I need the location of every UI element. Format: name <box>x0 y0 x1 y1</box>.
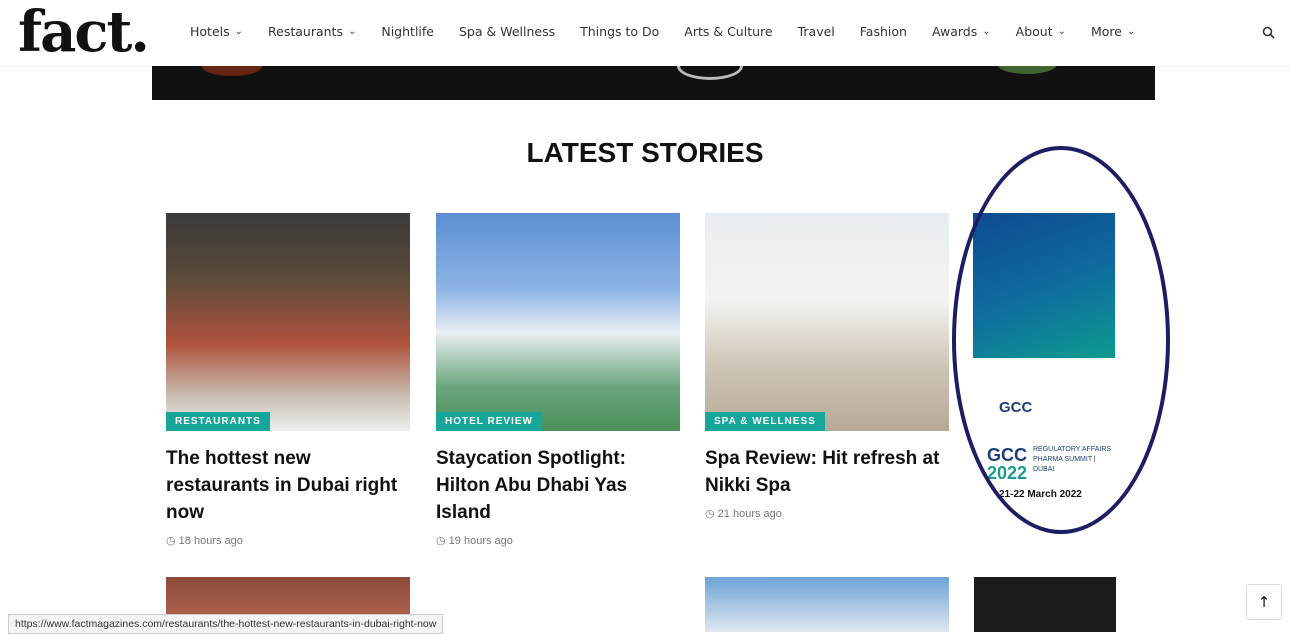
top-navigation-bar: fact. Hotels ⌄ Restaurants ⌄ Nightlife Spa… <box>0 0 1290 67</box>
timestamp-text: 18 hours ago <box>178 535 243 547</box>
nav-label: Awards <box>931 24 978 39</box>
site-logo[interactable]: fact. <box>18 2 150 62</box>
category-tag[interactable]: SPA & WELLNESS <box>705 412 825 431</box>
chevron-down-icon: ⌄ <box>347 26 357 37</box>
nav-label: Spa & Wellness <box>458 24 556 39</box>
nav-item-more[interactable]: More ⌄ <box>1091 24 1135 39</box>
timestamp-text: 19 hours ago <box>448 535 513 547</box>
nav-label: Things to Do <box>580 24 660 39</box>
nav-item-awards[interactable]: Awards ⌄ <box>932 24 991 39</box>
category-tag[interactable]: HOTEL REVIEW <box>436 412 542 431</box>
banner-decor <box>997 66 1057 74</box>
chevron-down-icon: ⌄ <box>1057 26 1066 37</box>
nav-label: Hotels <box>190 24 230 39</box>
nav-label: Restaurants <box>268 24 343 39</box>
nav-label: Fashion <box>859 24 907 39</box>
nav-item-hotels[interactable]: Hotels ⌄ <box>190 24 243 39</box>
hero-banner-image[interactable] <box>152 66 1155 100</box>
arrow-up-icon: ↑ <box>1257 593 1271 611</box>
nav-item-travel[interactable]: Travel <box>798 24 835 39</box>
main-nav: Hotels ⌄ Restaurants ⌄ Nightlife Spa & Wel… <box>190 24 1160 39</box>
nav-label: Nightlife <box>381 24 434 39</box>
timestamp-text: 21 hours ago <box>717 508 782 520</box>
story-title[interactable]: The hottest new restaurants in Dubai rig… <box>166 445 410 526</box>
nav-item-things-to-do[interactable]: Things to Do <box>580 24 659 39</box>
story-card[interactable]: RESTAURANTS The hottest new restaurants … <box>166 213 410 547</box>
story-card[interactable]: HOTEL REVIEW Staycation Spotlight: Hilto… <box>436 213 680 547</box>
story-title[interactable]: Spa Review: Hit refresh at Nikki Spa <box>705 445 949 499</box>
nav-item-about[interactable]: About ⌄ <box>1016 24 1066 39</box>
chevron-down-icon: ⌄ <box>982 26 991 37</box>
clock-icon: ◷ <box>705 508 715 520</box>
story-image[interactable]: SPA & WELLNESS <box>705 213 949 431</box>
nav-item-restaurants[interactable]: Restaurants ⌄ <box>268 24 356 39</box>
banner-decor <box>202 66 262 76</box>
story-title[interactable]: Staycation Spotlight: Hilton Abu Dhabi Y… <box>436 445 680 526</box>
chevron-down-icon: ⌄ <box>1127 26 1136 37</box>
nav-label: Travel <box>797 24 835 39</box>
story-image[interactable] <box>705 577 949 632</box>
banner-decor <box>677 66 743 80</box>
annotation-ellipse <box>952 146 1170 534</box>
story-timestamp: ◷ 19 hours ago <box>436 534 680 547</box>
story-card[interactable]: SPA & WELLNESS Spa Review: Hit refresh a… <box>705 213 949 520</box>
clock-icon: ◷ <box>436 535 446 547</box>
story-timestamp: ◷ 21 hours ago <box>705 507 949 520</box>
chevron-down-icon: ⌄ <box>234 26 244 37</box>
back-to-top-button[interactable]: ↑ <box>1246 584 1282 620</box>
category-tag[interactable]: RESTAURANTS <box>166 412 270 431</box>
clock-icon: ◷ <box>166 535 176 547</box>
nav-label: More <box>1091 24 1122 39</box>
nav-label: Arts & Culture <box>684 24 773 39</box>
search-icon[interactable] <box>1262 26 1275 43</box>
story-image[interactable]: HOTEL REVIEW <box>436 213 680 431</box>
nav-item-nightlife[interactable]: Nightlife <box>381 24 434 39</box>
nav-item-arts-culture[interactable]: Arts & Culture <box>684 24 772 39</box>
nav-item-fashion[interactable]: Fashion <box>860 24 907 39</box>
nav-item-spa-wellness[interactable]: Spa & Wellness <box>459 24 555 39</box>
link-status-bar: https://www.factmagazines.com/restaurant… <box>8 614 444 634</box>
advertisement-banner[interactable] <box>974 577 1116 632</box>
story-image[interactable]: RESTAURANTS <box>166 213 410 431</box>
nav-label: About <box>1015 24 1053 39</box>
story-timestamp: ◷ 18 hours ago <box>166 534 410 547</box>
